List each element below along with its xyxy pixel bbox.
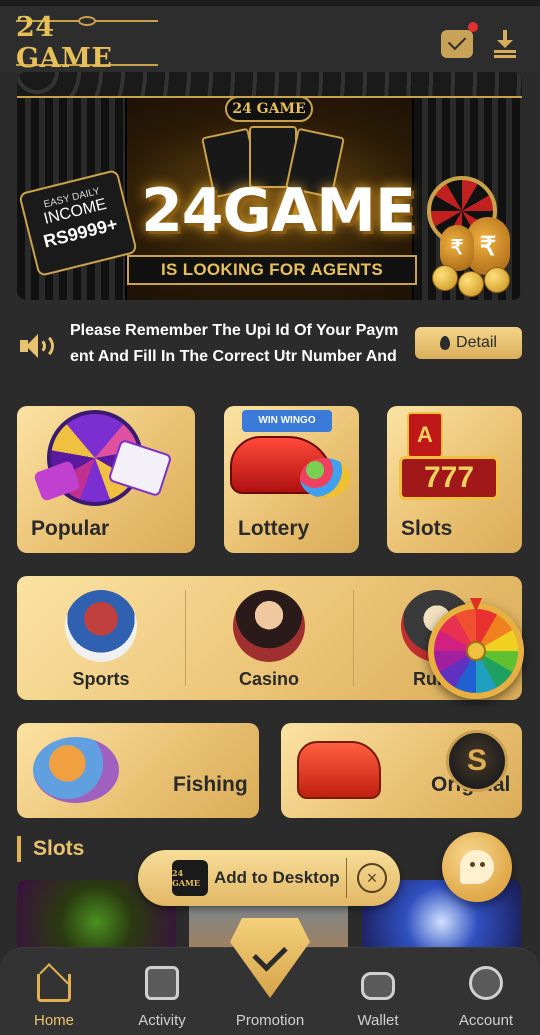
notification-dot [468,22,478,32]
customer-service-button[interactable] [442,832,512,902]
nav-account[interactable]: Account [432,948,540,1035]
slot-machine-icon: 777 [399,456,499,500]
curtain-valance [17,72,522,98]
divider [346,858,347,898]
category-popular-label: Popular [31,517,110,540]
sports-players-icon [65,590,137,662]
category-sports[interactable]: Sports [17,576,185,700]
download-button[interactable] [490,28,520,58]
home-icon [37,974,71,1002]
add-to-desktop-banner[interactable]: 24 GAME Add to Desktop × [138,850,400,906]
category-casino-label: Casino [238,669,299,689]
category-fishing-label: Fishing [173,773,248,796]
add-to-desktop-label: Add to Desktop [214,868,340,887]
banner-title: 24GAME [141,176,416,246]
detail-label: Detail [456,334,497,351]
section-title-slots: Slots [17,836,84,862]
lottery-balls-icon [300,458,350,498]
ace-card-icon: A [407,412,443,458]
promo-banner[interactable]: 24 GAME EASY DAILY INCOME RS9999+ 24GAME… [17,72,522,300]
detail-button[interactable]: Detail [415,327,522,359]
notice-text: Please Remember The Upi Id Of Your Payme… [70,322,399,365]
app-logo[interactable]: 24 GAME [16,12,158,74]
wheel-hub-icon [466,641,486,661]
fish-icon [33,737,119,803]
dragon-icon[interactable]: S [446,730,508,792]
banner-badge: 24 GAME [225,96,313,122]
category-lottery-label: Lottery [238,517,310,540]
mail-icon [447,31,467,51]
nav-activity-label: Activity [138,1012,186,1029]
category-casino[interactable]: Casino [185,576,353,700]
close-icon[interactable]: × [357,863,387,893]
mail-button[interactable] [441,30,473,58]
logo-ornament [78,16,96,26]
nav-wallet-label: Wallet [357,1012,399,1029]
casino-dealers-icon [233,590,305,662]
nav-home[interactable]: Home [0,948,108,1035]
account-icon [469,966,503,1000]
top-bar: 24 GAME [0,0,540,74]
banner-subtitle: IS LOOKING FOR AGENTS [127,255,417,285]
flame-icon [440,336,451,350]
win-wingo-sign-icon: WIN WINGO [242,410,332,432]
category-slots-label: Slots [401,517,453,540]
wallet-icon [361,972,395,1000]
category-popular[interactable]: Popular [17,406,195,553]
notice-bar: Please Remember The Upi Id Of Your Payme… [0,312,540,374]
category-lottery[interactable]: WIN WINGO Lottery [224,406,359,553]
airplane-icon [297,741,381,799]
activity-icon [145,966,179,1000]
money-bag-icon: ₹ ₹ [422,217,512,297]
category-fishing[interactable]: Fishing [17,723,259,818]
category-slots[interactable]: A 777 Slots [387,406,522,553]
nav-activity[interactable]: Activity [108,948,216,1035]
nav-home-label: Home [33,1012,74,1029]
category-sports-label: Sports [72,669,130,689]
nav-wallet[interactable]: Wallet [324,948,432,1035]
wheel-pointer-icon [470,598,482,612]
nav-promotion-label: Promotion [235,1012,305,1029]
chat-bubble-icon [460,850,494,884]
speaker-icon [20,332,54,360]
nav-account-label: Account [458,1012,514,1029]
mini-logo: 24 GAME [172,860,208,896]
